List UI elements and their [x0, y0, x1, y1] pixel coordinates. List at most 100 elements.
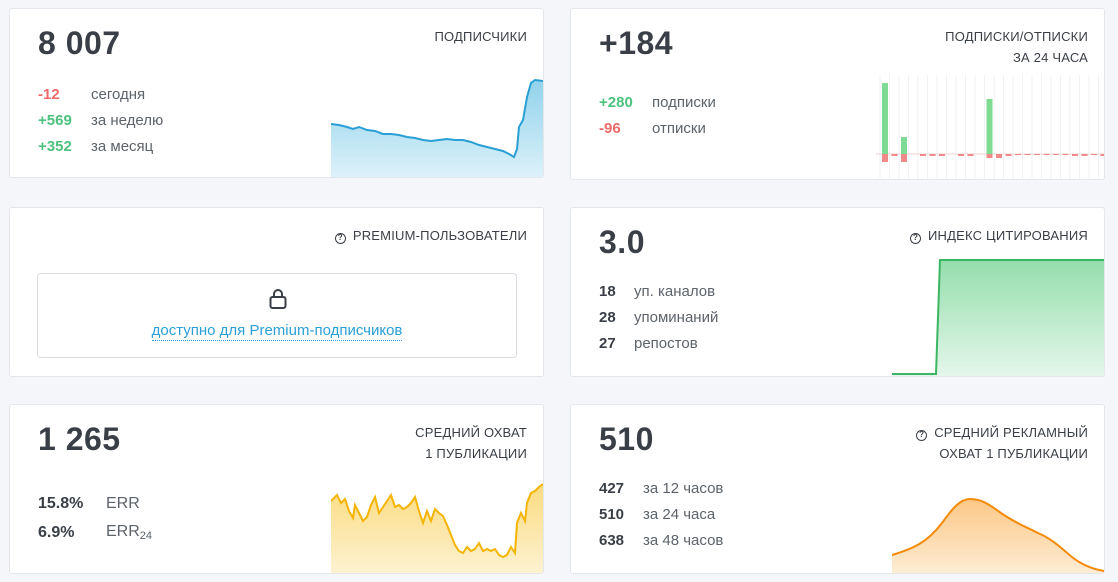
- title-line-1: СРЕДНИЙ ОХВАТ: [415, 425, 527, 440]
- ad-reach-card[interactable]: 510 ? СРЕДНИЙ РЕКЛАМНЫЙ ОХВАТ 1 ПУБЛИКАЦИ…: [570, 404, 1105, 574]
- subs-unsubs-title: ПОДПИСКИ/ОТПИСКИ ЗА 24 ЧАСА: [945, 26, 1088, 68]
- subs-unsubs-bar-chart[interactable]: [876, 75, 1104, 179]
- lock-icon: [269, 289, 287, 309]
- stat-label: репостов: [634, 334, 698, 352]
- question-circle-icon[interactable]: ?: [916, 430, 928, 441]
- stat-row-reposts: 27 репостов: [599, 330, 718, 356]
- stat-label: за 12 часов: [643, 479, 724, 497]
- bar-unsubscribed: [1034, 154, 1040, 155]
- bar-unsubscribed: [1091, 154, 1097, 155]
- citation-sparkline[interactable]: [892, 256, 1104, 376]
- stat-value: +352: [38, 137, 72, 155]
- net-subs-count: +184: [599, 25, 674, 61]
- bar-unsubscribed: [929, 154, 936, 156]
- bar-unsubscribed: [939, 154, 945, 156]
- stat-value: 18: [599, 282, 616, 300]
- stat-value: +280: [599, 93, 633, 111]
- bar-unsubscribed: [891, 154, 898, 156]
- ad-reach-value: 510: [599, 421, 654, 457]
- bar-subscribed: [986, 99, 993, 154]
- premium-locked-box: доступно для Premium-подписчиков: [37, 273, 517, 358]
- bar-unsubscribed: [1081, 154, 1088, 156]
- title-line-2: 1 ПУБЛИКАЦИИ: [425, 446, 527, 461]
- bar-unsubscribed: [986, 154, 993, 158]
- stat-row-week: +569 за неделю: [38, 107, 163, 133]
- citation-title-text: ИНДЕКС ЦИТИРОВАНИЯ: [927, 228, 1088, 243]
- stat-value: 28: [599, 308, 616, 326]
- premium-card: ? PREMIUM-ПОЛЬЗОВАТЕЛИ доступно для Premi…: [9, 207, 544, 377]
- subscribers-stats: -12 сегодня +569 за неделю +352 за месяц: [38, 81, 163, 159]
- stat-row-err: 15.8% ERR: [38, 489, 152, 518]
- stat-label: ERR: [106, 494, 140, 512]
- citation-stats: 18 уп. каналов 28 упоминаний 27 репостов: [599, 278, 718, 356]
- title-line-1: ПОДПИСКИ/ОТПИСКИ: [945, 29, 1088, 44]
- subs-unsubs-card[interactable]: +184 ПОДПИСКИ/ОТПИСКИ ЗА 24 ЧАСА +280 по…: [570, 8, 1105, 180]
- bar-unsubscribed: [967, 154, 974, 156]
- stat-value: 638: [599, 531, 625, 549]
- stat-value: 6.9%: [38, 523, 75, 541]
- question-circle-icon[interactable]: ?: [334, 233, 346, 244]
- avg-reach-card[interactable]: 1 265 СРЕДНИЙ ОХВАТ 1 ПУБЛИКАЦИИ 15.8% E…: [9, 404, 544, 574]
- bar-subscribed: [901, 137, 907, 154]
- bar-unsubscribed: [1100, 154, 1104, 156]
- bar-unsubscribed: [1015, 154, 1021, 155]
- ad-reach-sparkline[interactable]: [892, 483, 1104, 573]
- stat-label: за 48 часов: [643, 531, 724, 549]
- stat-value: -96: [599, 119, 621, 137]
- avg-reach-value: 1 265: [38, 421, 121, 457]
- ad-reach-stats: 427 за 12 часов 510 за 24 часа 638 за 48…: [599, 475, 723, 553]
- bar-unsubscribed: [901, 154, 907, 162]
- stat-value: 427: [599, 479, 625, 497]
- stat-row-48h: 638 за 48 часов: [599, 527, 723, 553]
- subscribers-card[interactable]: 8 007 ПОДПИСЧИКИ -12 сегодня +569 за нед…: [9, 8, 544, 178]
- bar-unsubscribed: [1024, 154, 1031, 155]
- stat-row-subscribed: +280 подписки: [599, 89, 716, 115]
- bar-unsubscribed: [1053, 154, 1059, 155]
- stat-value: 510: [599, 505, 625, 523]
- premium-link-wrapper: доступно для Premium-подписчиков: [38, 322, 516, 341]
- citation-title: ? ИНДЕКС ЦИТИРОВАНИЯ: [909, 225, 1088, 246]
- stat-label: подписки: [652, 93, 716, 111]
- bar-unsubscribed: [1072, 154, 1078, 156]
- stat-value: -12: [38, 85, 60, 103]
- subscribers-count: 8 007: [38, 25, 121, 61]
- stat-label-err24: ERR24: [106, 523, 152, 542]
- stat-value: 27: [599, 334, 616, 352]
- stat-row-mentions: 28 упоминаний: [599, 304, 718, 330]
- premium-access-link[interactable]: доступно для Premium-подписчиков: [151, 322, 403, 341]
- bar-unsubscribed: [996, 154, 1002, 158]
- avg-reach-stats: 15.8% ERR 6.9% ERR24: [38, 489, 152, 547]
- citation-card[interactable]: 3.0 ? ИНДЕКС ЦИТИРОВАНИЯ 18 уп. каналов 2…: [570, 207, 1105, 377]
- stat-row-month: +352 за месяц: [38, 133, 163, 159]
- stat-value: 15.8%: [38, 494, 84, 512]
- avg-reach-area: [331, 484, 543, 573]
- subs-unsubs-stats: +280 подписки -96 отписки: [599, 89, 716, 141]
- title-line-2: ЗА 24 ЧАСА: [1012, 50, 1088, 65]
- title-line-1: ? СРЕДНИЙ РЕКЛАМНЫЙ: [916, 422, 1088, 443]
- subscribers-title: ПОДПИСЧИКИ: [434, 29, 527, 44]
- title-line-2: ОХВАТ 1 ПУБЛИКАЦИИ: [939, 446, 1088, 461]
- subscribers-sparkline[interactable]: [331, 77, 543, 177]
- stat-label-text: ERR: [106, 523, 140, 540]
- avg-reach-sparkline[interactable]: [331, 483, 543, 573]
- stat-row-24h: 510 за 24 часа: [599, 501, 723, 527]
- ad-reach-title: ? СРЕДНИЙ РЕКЛАМНЫЙ ОХВАТ 1 ПУБЛИКАЦИИ: [916, 422, 1088, 464]
- stat-row-today: -12 сегодня: [38, 81, 163, 107]
- premium-title-text: PREMIUM-ПОЛЬЗОВАТЕЛИ: [352, 228, 527, 243]
- avg-reach-title: СРЕДНИЙ ОХВАТ 1 ПУБЛИКАЦИИ: [415, 422, 527, 464]
- question-circle-icon[interactable]: ?: [909, 233, 921, 244]
- bar-unsubscribed: [920, 154, 926, 156]
- bar-unsubscribed: [958, 154, 964, 156]
- bar-unsubscribed: [882, 154, 888, 162]
- title-line-1-text: СРЕДНИЙ РЕКЛАМНЫЙ: [934, 425, 1088, 440]
- bar-unsubscribed: [1062, 154, 1069, 155]
- stat-label: за 24 часа: [643, 505, 716, 523]
- stat-label: за месяц: [91, 137, 154, 155]
- stat-row-unsubscribed: -96 отписки: [599, 115, 716, 141]
- stat-label: уп. каналов: [634, 282, 716, 300]
- bar-subscribed: [882, 83, 888, 154]
- stat-row-12h: 427 за 12 часов: [599, 475, 723, 501]
- stat-row-channels: 18 уп. каналов: [599, 278, 718, 304]
- bar-unsubscribed: [1005, 154, 1012, 156]
- stat-label: сегодня: [91, 85, 146, 103]
